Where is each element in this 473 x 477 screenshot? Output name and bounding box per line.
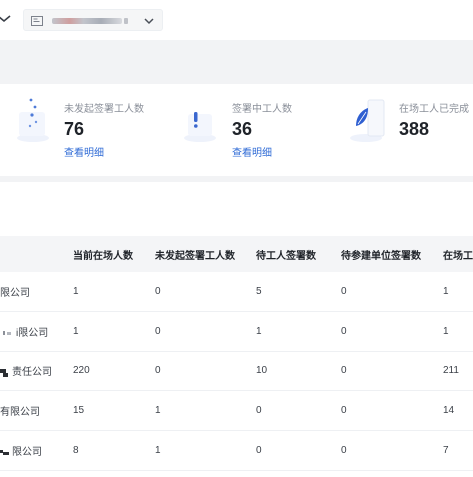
table-cell: 1 <box>73 272 155 312</box>
table-cell: 15 <box>73 390 155 432</box>
table-cell: 0 <box>256 430 341 471</box>
redaction-mark <box>0 450 9 456</box>
column-header-onsite: 当前在场人数 <box>73 236 155 272</box>
project-select[interactable] <box>23 9 163 31</box>
dots-icon <box>17 98 49 142</box>
column-header-pending-worker: 待工人签署数 <box>256 236 341 272</box>
signing-stats-table: 当前在场人数 未发起签署工人数 待工人签署数 待参建单位签署数 在场工 限公司 … <box>0 236 473 471</box>
table-cell: 0 <box>341 390 443 432</box>
column-header-pending-unit: 待参建单位签署数 <box>341 236 443 272</box>
company-name: 限公司 <box>0 272 73 312</box>
column-header-not-initiated: 未发起签署工人数 <box>155 236 256 272</box>
table-cell: 0 <box>341 351 443 392</box>
table-row[interactable]: 有限公司 15 1 0 0 14 <box>0 390 473 432</box>
stats-panel: 未发起签署工人数 76 查看明细 签署中工人数 36 查看明细 在场工人已完成 … <box>0 84 473 176</box>
stat-label: 在场工人已完成 <box>399 104 469 115</box>
table-cell: 0 <box>341 311 443 352</box>
company-name: 责任公司 <box>0 351 73 392</box>
view-details-link[interactable]: 查看明细 <box>232 144 272 159</box>
stat-value: 36 <box>232 119 253 139</box>
table-cell: 0 <box>341 272 443 312</box>
stat-label: 未发起签署工人数 <box>64 104 144 115</box>
top-toolbar <box>0 0 473 40</box>
table-cell: 10 <box>256 351 341 392</box>
stat-value: 388 <box>399 119 430 139</box>
leaf-icon <box>350 99 385 142</box>
table-row[interactable]: 责任公司 220 0 10 0 211 <box>0 351 473 392</box>
section-gap <box>0 182 473 236</box>
table-cell: 0 <box>155 272 256 312</box>
table-cell: 1 <box>443 272 473 312</box>
table-cell: 220 <box>73 351 155 392</box>
chevron-down-icon <box>144 18 154 25</box>
table-cell: 5 <box>256 272 341 312</box>
table-cell: 0 <box>341 430 443 471</box>
table-cell: 1 <box>155 430 256 471</box>
folder-icon <box>31 16 43 26</box>
table-row[interactable]: 限公司 1 0 5 0 1 <box>0 272 473 312</box>
spacer-band <box>0 40 473 84</box>
table-cell: 211 <box>443 351 473 392</box>
table-cell: 0 <box>256 390 341 432</box>
table-cell: 0 <box>155 311 256 352</box>
table-row[interactable]: 限公司 8 1 0 0 7 <box>0 430 473 471</box>
table-cell: 1 <box>155 390 256 432</box>
table-header-row: 当前在场人数 未发起签署工人数 待工人签署数 待参建单位签署数 在场工 <box>0 236 473 272</box>
redaction-mark <box>124 18 128 24</box>
stat-value: 76 <box>64 119 85 139</box>
redaction-mark <box>3 331 11 336</box>
table-row[interactable]: i限公司 1 0 1 0 1 <box>0 311 473 352</box>
stat-label: 签署中工人数 <box>232 104 292 115</box>
company-name: 限公司 <box>0 430 73 471</box>
view-details-link[interactable]: 查看明细 <box>64 144 104 159</box>
table-cell: 1 <box>73 311 155 352</box>
column-header-onsite-completed: 在场工 <box>443 236 473 272</box>
selected-project-name-redacted <box>52 18 122 24</box>
table-cell: 7 <box>443 430 473 471</box>
table-cell: 14 <box>443 390 473 432</box>
chevron-down-icon[interactable] <box>0 10 12 26</box>
table-cell: 1 <box>443 311 473 352</box>
company-name: 有限公司 <box>0 390 73 432</box>
column-header-company <box>0 236 73 272</box>
exclamation-icon <box>184 112 216 142</box>
table-cell: 0 <box>155 351 256 392</box>
company-name: i限公司 <box>0 311 73 352</box>
table-cell: 1 <box>256 311 341 352</box>
table-cell: 8 <box>73 430 155 471</box>
redaction-mark <box>0 368 8 377</box>
